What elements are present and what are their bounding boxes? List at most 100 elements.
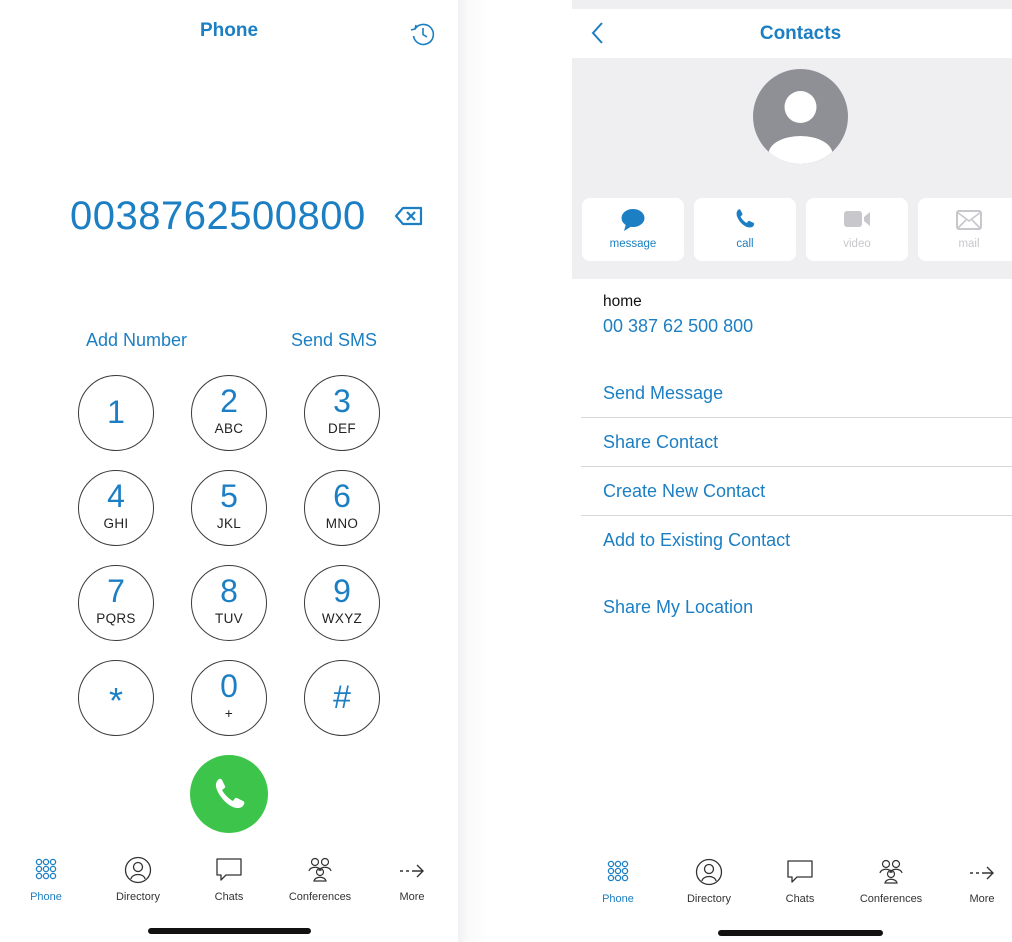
key-hash[interactable]: # [304,660,380,736]
key-star[interactable]: * [78,660,154,736]
tab-label: Chats [214,891,244,903]
tab-label: Chats [785,893,815,905]
key-letters: DEF [328,421,356,436]
key-digit: 9 [333,573,351,609]
key-letters: WXYZ [321,611,363,626]
add-to-existing-contact-item[interactable]: Add to Existing Contact [603,530,790,551]
tab-conferences[interactable]: Conferences [851,858,931,905]
key-5[interactable]: 5 JKL [191,470,267,546]
tab-label: Phone [602,893,634,905]
action-label: video [843,238,871,250]
person-icon [124,856,152,884]
add-number-link[interactable]: Add Number [86,330,187,351]
tab-phone[interactable]: Phone [6,856,86,903]
key-digit: * [108,680,123,721]
phone-icon [736,209,755,228]
tab-label: Directory [686,893,731,905]
call-button[interactable] [190,755,268,833]
group-icon [879,859,903,884]
send-message-item[interactable]: Send Message [603,383,723,404]
page-title: Phone [199,20,259,41]
tab-chats[interactable]: Chats [760,858,840,905]
action-label: message [609,238,657,250]
key-3[interactable]: 3 DEF [304,375,380,451]
phone-icon [215,778,245,809]
send-sms-link[interactable]: Send SMS [291,330,377,351]
home-indicator[interactable] [148,928,311,934]
tab-label: Conferences [859,893,923,905]
key-2[interactable]: 2 ABC [191,375,267,451]
arrow-right-icon [400,864,424,878]
phone-screen: Phone 0038762500800 Add Number Send SMS … [0,0,458,942]
key-letters: GHI [103,516,129,531]
group-icon [308,857,332,882]
key-9[interactable]: 9 WXYZ [304,565,380,641]
phone-number-link[interactable]: 00 387 62 500 800 [603,316,753,337]
key-digit: 6 [333,478,351,514]
key-digit: 5 [220,478,238,514]
key-digit: 0 [220,668,238,704]
tab-directory[interactable]: Directory [98,856,178,903]
action-label: call [736,238,754,250]
action-label: mail [958,238,980,250]
key-1[interactable]: 1 [78,375,154,451]
top-strip [572,0,1012,9]
call-action-button[interactable]: call [694,198,796,261]
chat-bubble-icon [216,858,242,881]
key-7[interactable]: 7 PQRS [78,565,154,641]
person-icon [695,858,723,886]
key-letters: PQRS [96,611,136,626]
contact-screen: Contacts message call video mail home 00… [572,0,1012,942]
key-digit: 3 [333,383,351,419]
clock-history-icon[interactable] [409,20,437,48]
key-digit: # [333,679,351,715]
key-4[interactable]: 4 GHI [78,470,154,546]
mail-action-button: mail [918,198,1012,261]
share-my-location-item[interactable]: Share My Location [603,597,753,618]
key-letters: MNO [325,516,359,531]
tab-conferences[interactable]: Conferences [280,856,360,903]
tab-label: Phone [30,891,62,903]
key-letters: JKL [216,516,242,531]
tab-label: Conferences [288,891,352,903]
tab-chats[interactable]: Chats [189,856,269,903]
message-action-button[interactable]: message [582,198,684,261]
message-bubble-icon [621,209,645,231]
key-digit: 2 [220,383,238,419]
backspace-icon[interactable] [394,206,424,226]
tab-label: More [399,891,425,903]
key-digit: 1 [107,394,125,430]
phone-type-label: home [603,293,642,310]
panel-divider [458,0,572,942]
dialpad-icon [607,860,629,882]
tab-label: Directory [115,891,160,903]
arrow-right-icon [970,866,994,880]
mail-envelope-icon [956,210,982,230]
key-digit: 8 [220,573,238,609]
key-digit: 7 [107,573,125,609]
video-action-button: video [806,198,908,261]
tab-more[interactable]: More [372,856,452,903]
divider [581,515,1012,516]
avatar-placeholder-icon [753,69,848,164]
tab-phone[interactable]: Phone [578,858,658,905]
key-0[interactable]: 0 + [191,660,267,736]
key-6[interactable]: 6 MNO [304,470,380,546]
tab-directory[interactable]: Directory [669,858,749,905]
key-letters: TUV [215,611,243,626]
key-letters: ABC [214,421,244,436]
video-camera-icon [844,211,870,227]
tab-more[interactable]: More [942,858,1012,905]
key-digit: 4 [107,478,125,514]
divider [581,417,1012,418]
home-indicator[interactable] [718,930,883,936]
dialpad-icon [35,858,57,880]
chat-bubble-icon [787,860,813,883]
divider [581,466,1012,467]
page-title: Contacts [759,23,842,44]
key-letters: + [224,706,234,721]
create-new-contact-item[interactable]: Create New Contact [603,481,765,502]
dialed-number: 0038762500800 [70,194,366,238]
key-8[interactable]: 8 TUV [191,565,267,641]
share-contact-item[interactable]: Share Contact [603,432,718,453]
